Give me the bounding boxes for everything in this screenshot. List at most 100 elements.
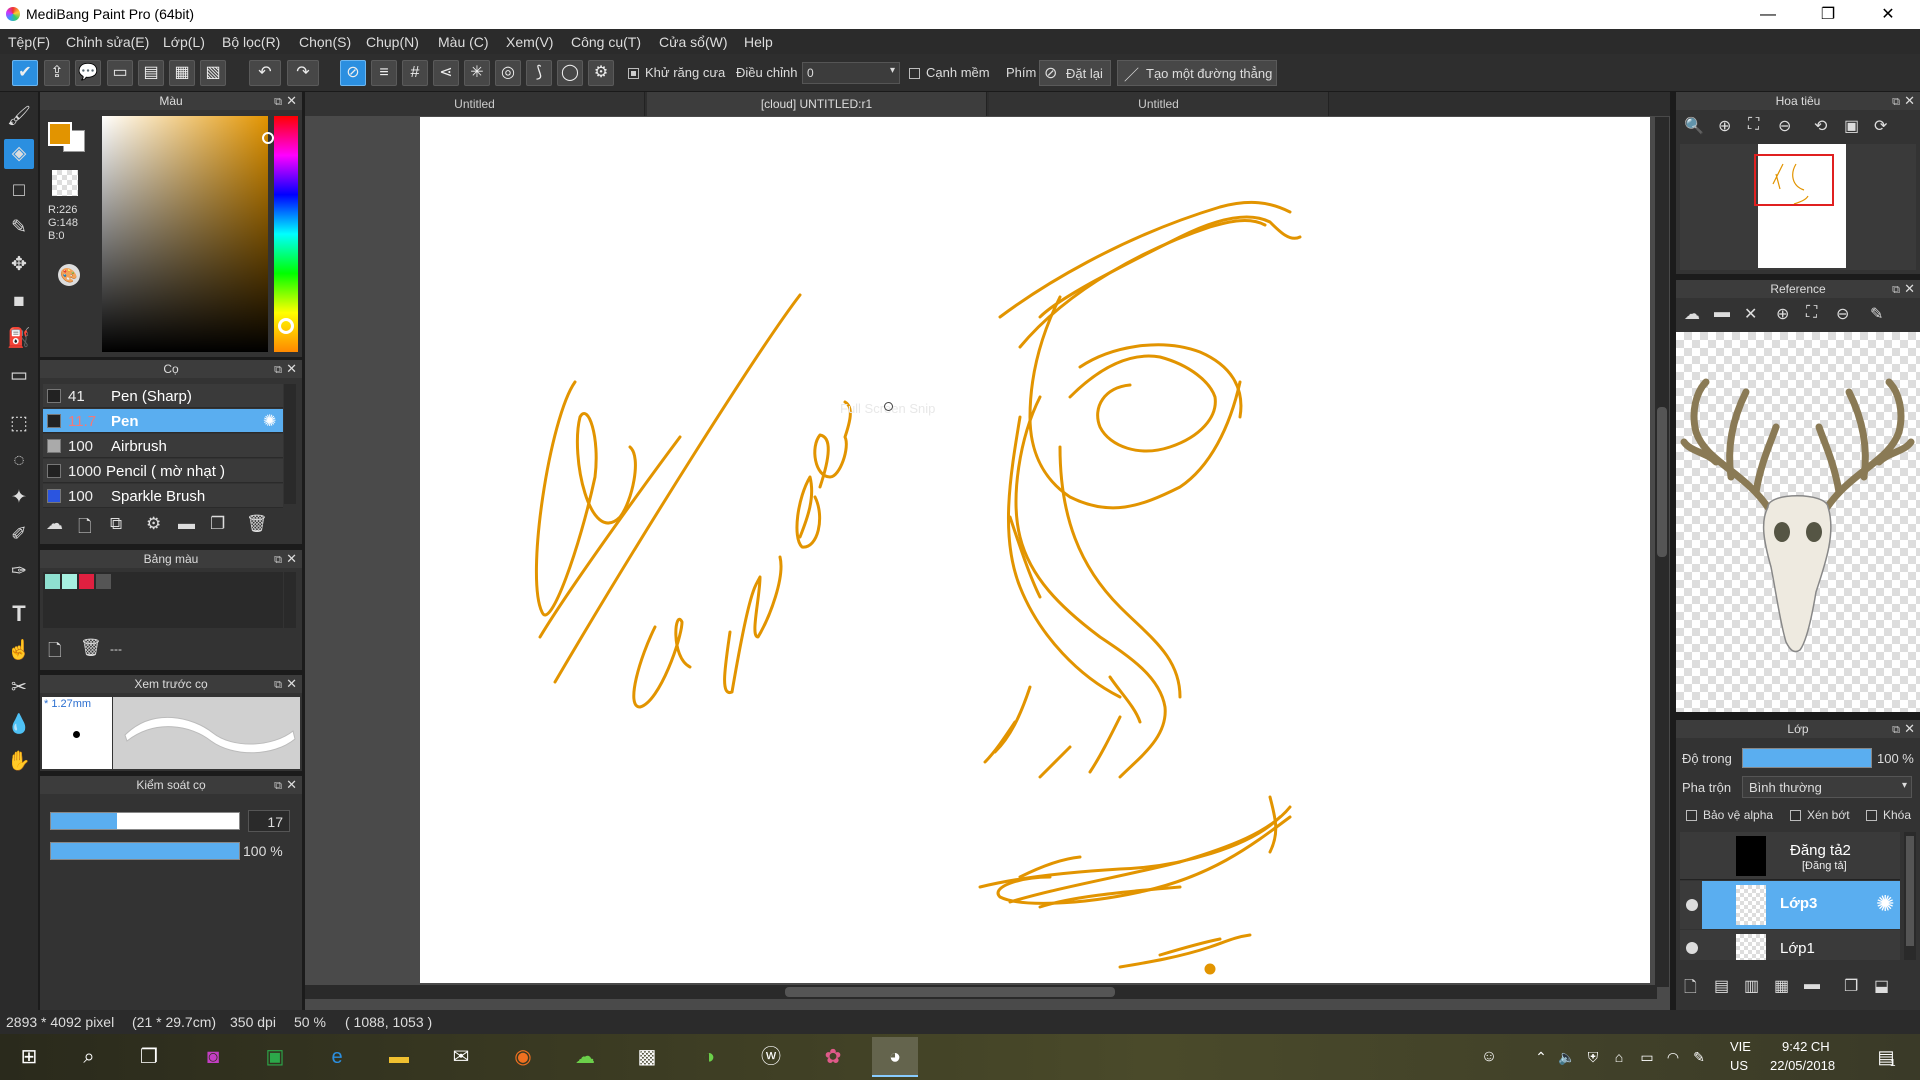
swatch[interactable]	[79, 574, 94, 589]
store-icon[interactable]: ▩	[624, 1037, 670, 1077]
popout-icon[interactable]: ⧉	[1892, 93, 1900, 111]
saturation-value-picker[interactable]	[102, 116, 268, 352]
file-explorer-icon[interactable]: ▬	[376, 1037, 422, 1077]
brush-row[interactable]: 100 Sparkle Brush	[43, 484, 283, 508]
menu-help[interactable]: Help	[744, 34, 773, 50]
chevron-up-icon[interactable]: ⌃	[1530, 1037, 1552, 1077]
cloud-brush-icon[interactable]: ☁	[46, 514, 63, 534]
hue-cursor[interactable]	[278, 318, 294, 334]
hue-slider[interactable]	[274, 116, 298, 352]
popout-icon[interactable]: ⧉	[274, 777, 282, 795]
drawing-canvas[interactable]: Full Screen Snip	[420, 117, 1650, 983]
zoom-out-icon[interactable]: ⊖	[1778, 116, 1791, 136]
bucket-tool-icon[interactable]: ⛽	[4, 324, 34, 354]
add-brush-icon[interactable]: ⧉	[110, 514, 122, 534]
layer-row[interactable]: Lớp1	[1680, 930, 1900, 960]
layer-row[interactable]: Đăng tả2 [Đăng tả]	[1680, 832, 1900, 880]
menu-window[interactable]: Cửa sổ(W)	[659, 34, 727, 50]
eyedropper-icon[interactable]: 💧	[4, 710, 34, 740]
task-view-icon[interactable]: ❐	[126, 1037, 172, 1077]
new-8bit-layer-icon[interactable]: ▥	[1744, 976, 1759, 996]
eyedropper-icon[interactable]: ✎	[1870, 304, 1883, 324]
layer-folder-icon[interactable]: ▬	[1804, 976, 1820, 994]
perspective-snap-icon[interactable]: ⋖	[433, 60, 459, 86]
layer-row[interactable]: Lớp3 ✺	[1680, 881, 1900, 929]
close-icon[interactable]: ✕	[286, 776, 297, 794]
zoom-out-icon[interactable]: ⊖	[1836, 304, 1849, 324]
tab-untitled-1[interactable]: Untitled	[305, 92, 645, 116]
zoom-in-icon[interactable]: ⊕	[1776, 304, 1789, 324]
trash-icon[interactable]: 🗑	[246, 514, 268, 534]
swatch[interactable]	[62, 574, 77, 589]
clip-checkbox[interactable]	[1790, 810, 1801, 821]
duplicate-layer-icon[interactable]: ❐	[1844, 976, 1858, 996]
zoom-icon[interactable]: 🔍	[1684, 116, 1704, 136]
menu-select[interactable]: Chọn(S)	[299, 34, 351, 50]
new-palette-icon[interactable]: 🗋	[48, 638, 62, 667]
transparent-color-swatch[interactable]	[52, 170, 78, 196]
close-button[interactable]: ✕	[1860, 0, 1916, 29]
brush-row[interactable]: 11.7 Pen ✺	[43, 409, 283, 433]
lasso-tool-icon[interactable]: ◌	[4, 446, 34, 476]
fill-rect-tool-icon[interactable]: ■	[4, 287, 34, 317]
brush-row[interactable]: 100 Airbrush	[43, 434, 283, 458]
clock-date[interactable]: 22/05/2018	[1770, 1058, 1835, 1073]
close-icon[interactable]: ✕	[286, 360, 297, 378]
select-pen-icon[interactable]: ✐	[4, 520, 34, 550]
zoom-in-icon[interactable]: ⊕	[1718, 116, 1731, 136]
move-tool-icon[interactable]: ✥	[4, 250, 34, 280]
antivirus-icon[interactable]: ⛨	[1582, 1037, 1604, 1077]
volume-icon[interactable]: 🔈	[1556, 1037, 1578, 1077]
brush-size-slider[interactable]	[50, 812, 240, 830]
people-icon[interactable]: ☺	[1474, 1037, 1504, 1077]
menu-color[interactable]: Màu (C)	[438, 34, 489, 50]
palette-scrollbar[interactable]	[284, 572, 296, 628]
brush-tool-icon[interactable]: 🖌	[4, 102, 34, 132]
input-language[interactable]: VIE	[1730, 1039, 1751, 1054]
pen-icon[interactable]: ✎	[1688, 1037, 1710, 1077]
menu-view[interactable]: Xem(V)	[506, 34, 553, 50]
rotate-left-icon[interactable]: ⟲	[1814, 116, 1827, 136]
search-icon[interactable]: ⌕	[66, 1037, 112, 1077]
navigator-view[interactable]	[1680, 144, 1916, 270]
protect-alpha-checkbox[interactable]	[1686, 810, 1697, 821]
brush-opacity-slider[interactable]	[50, 842, 240, 860]
fit-icon[interactable]: ⛶	[1748, 116, 1759, 134]
divide-tool-icon[interactable]: ✂	[4, 673, 34, 703]
evernote-icon[interactable]: ▣	[252, 1037, 298, 1077]
trash-icon[interactable]: 🗑	[80, 638, 102, 658]
coccoc-icon[interactable]: ◑	[686, 1037, 732, 1077]
merge-layer-icon[interactable]: ⬓	[1874, 976, 1889, 996]
parallel-snap-icon[interactable]: ≡	[371, 60, 397, 86]
eye-icon[interactable]	[1686, 942, 1698, 954]
select-eraser-icon[interactable]: ✑	[4, 557, 34, 587]
brush-size-value[interactable]: 17	[248, 810, 290, 832]
new-layer-icon[interactable]: 🗋	[1684, 976, 1697, 1003]
close-icon[interactable]: ✕	[286, 550, 297, 568]
straight-line-button[interactable]: ／ Tạo một đường thẳng	[1117, 60, 1277, 86]
shape-tool-icon[interactable]: □	[4, 176, 34, 206]
brush-settings-icon[interactable]: ✺	[263, 411, 276, 431]
brush-row[interactable]: 41 Pen (Sharp)	[43, 384, 283, 408]
chat-app-icon[interactable]: ☁	[562, 1037, 608, 1077]
reset-button[interactable]: ⊘ Đặt lại	[1039, 60, 1111, 86]
menu-edit[interactable]: Chỉnh sửa(E)	[66, 34, 149, 50]
fit-icon[interactable]: ⛶	[1806, 304, 1817, 322]
tone-layer-icon[interactable]: ▦	[1774, 976, 1789, 996]
cloud-icon[interactable]: ☁	[1684, 304, 1700, 324]
eye-icon[interactable]	[1686, 899, 1698, 911]
wattpad-icon[interactable]: ⓦ	[748, 1037, 794, 1077]
comment-icon[interactable]: 💬	[75, 60, 101, 86]
vertical-scrollbar[interactable]	[1655, 117, 1669, 987]
main-color-swatch[interactable]	[48, 122, 72, 146]
menu-file[interactable]: Tệp(F)	[8, 34, 50, 50]
frame-icon[interactable]: ▦	[169, 60, 195, 86]
notifications-icon[interactable]: ▤	[1866, 1037, 1906, 1077]
redo-icon[interactable]: ↷	[287, 60, 319, 86]
rotate-right-icon[interactable]: ⟳	[1874, 116, 1887, 136]
layer-scrollbar[interactable]	[1904, 832, 1916, 960]
maximize-button[interactable]: ❐	[1800, 0, 1856, 29]
concentric-snap-icon[interactable]: ◎	[495, 60, 521, 86]
close-icon[interactable]: ✕	[286, 92, 297, 110]
windows-start-icon[interactable]: ⊞	[6, 1037, 52, 1077]
